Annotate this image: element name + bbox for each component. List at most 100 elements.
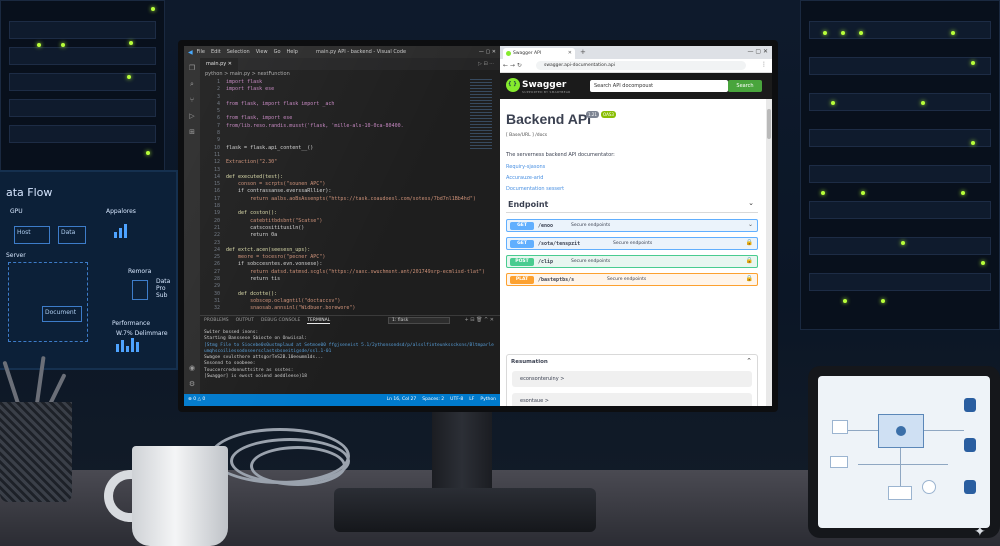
code-line[interactable]: def coston():	[226, 210, 485, 217]
menu-go[interactable]: Go	[274, 49, 281, 55]
code-line[interactable]	[226, 94, 485, 101]
chevron-up-icon[interactable]: ⌃	[746, 357, 752, 365]
menu-selection[interactable]: Selection	[227, 49, 250, 55]
gear-icon	[896, 426, 906, 436]
tab-main-py[interactable]: main.py ✕	[200, 58, 238, 70]
scrollbar[interactable]	[766, 99, 772, 406]
menu-edit[interactable]: Edit	[211, 49, 221, 55]
code-line[interactable]: return datsd.tatmsd.scgls("https://saxc.…	[226, 269, 485, 276]
tab-output[interactable]: OUTPUT	[236, 318, 254, 323]
code-line[interactable]	[226, 108, 485, 115]
status-eol[interactable]: LF	[469, 397, 474, 402]
status-cursor[interactable]: Ln 16, Col 27	[387, 397, 417, 402]
terminal-select[interactable]: 1: flask	[388, 317, 450, 324]
operation-plat-basteptbs[interactable]: PLAT /basteptbs/s Secure endpoints 🔒	[506, 273, 758, 286]
models-title: Resumation	[511, 359, 548, 365]
endpoint-section-header[interactable]: Endpoint ⌄	[506, 197, 758, 213]
status-indent[interactable]: Spaces: 2	[422, 397, 444, 402]
terminal-output[interactable]: Switer bossed inons: Starting Banssese Sb…	[204, 330, 494, 380]
version-badge: 1.21	[586, 111, 599, 118]
status-language[interactable]: Python	[480, 397, 496, 402]
operation-summary: Secure endpoints	[607, 277, 647, 282]
code-line[interactable]	[226, 130, 485, 137]
tab-problems[interactable]: PROBLEMS	[204, 318, 229, 323]
line-number: 22	[213, 232, 220, 239]
info-link[interactable]: Accurauze-arid	[506, 175, 543, 181]
code-line[interactable]: def extct.acen(seesesn_ups):	[226, 247, 485, 254]
status-encoding[interactable]: UTF-8	[450, 397, 463, 402]
swagger-search-input[interactable]: Search API docompoust	[590, 80, 728, 92]
tab-terminal[interactable]: TERMINAL	[307, 318, 331, 324]
gear-icon[interactable]: ⚙	[188, 380, 196, 388]
lock-icon[interactable]: 🔒	[746, 239, 753, 246]
editor-actions[interactable]: ▷ ⊟ ···	[478, 58, 494, 70]
code-line[interactable]	[226, 167, 485, 174]
code-line[interactable]	[226, 240, 485, 247]
chevron-down-icon[interactable]: ⌄	[748, 221, 753, 228]
lock-icon[interactable]: 🔒	[746, 275, 753, 282]
browser-window-controls[interactable]: — ▢ ✕	[747, 48, 768, 55]
search-icon[interactable]: ⌕	[188, 80, 196, 88]
code-line[interactable]	[226, 283, 485, 290]
lock-icon[interactable]: 🔒	[746, 257, 753, 264]
chevron-down-icon[interactable]: ⌄	[748, 199, 754, 207]
code-line[interactable]: catscosititusiln()	[226, 225, 485, 232]
code-line[interactable]: sobscep.oclagntil("doctaccsv")	[226, 298, 485, 305]
info-link[interactable]: Documentation sessert	[506, 186, 564, 192]
explorer-icon[interactable]: ❐	[188, 64, 196, 72]
browser-nav-buttons[interactable]: ← → ↻	[503, 62, 522, 69]
operation-get-enoo[interactable]: GET /enoo Secure endpoints ⌄	[506, 219, 758, 232]
panel-controls[interactable]: + ⊟ 🗑 ^ ✕	[465, 317, 494, 323]
code-line[interactable]	[226, 137, 485, 144]
status-problems[interactable]: ⊗ 0 △ 0	[188, 394, 205, 406]
scrollbar-thumb[interactable]	[767, 109, 771, 139]
swagger-search-button[interactable]: Search	[728, 80, 762, 92]
source-control-icon[interactable]: ⑂	[188, 96, 196, 104]
code-line[interactable]: meore = tocesro("pecner APC")	[226, 254, 485, 261]
code-line[interactable]: if sobccesntes.evn.vonsese):	[226, 261, 485, 268]
code-line[interactable]: return 0a	[226, 232, 485, 239]
account-icon[interactable]: ◉	[188, 364, 196, 372]
browser-tab[interactable]: Swagger API Documentation ✕	[503, 48, 575, 67]
model-item[interactable]: econsonteruiny >	[512, 371, 752, 387]
base-url[interactable]: [ Base/URL ] /docs	[506, 133, 547, 138]
code-line[interactable]: from flask, import flask import _ach	[226, 101, 485, 108]
code-line[interactable]: from flask, import ese	[226, 115, 485, 122]
operation-get-sota[interactable]: GET /sota/tenspzit Secure endpoints 🔒	[506, 237, 758, 250]
window-controls[interactable]: — ▢ ✕	[479, 49, 496, 55]
browser-menu-icon[interactable]: ⋮	[761, 61, 767, 68]
code-line[interactable]: def dcotte():	[226, 291, 485, 298]
code-line[interactable]: conson = scrpts("sounen APC")	[226, 181, 485, 188]
code-line[interactable]: if contrassanse.everssaRllier):	[226, 188, 485, 195]
run-debug-icon[interactable]: ▷	[188, 112, 196, 120]
model-item[interactable]: esontaue >	[512, 393, 752, 406]
code-line[interactable]: flask = flask.api_content__()	[226, 145, 485, 152]
swagger-favicon-icon	[506, 51, 511, 56]
minimap[interactable]	[470, 79, 492, 149]
code-line[interactable]	[226, 203, 485, 210]
operation-post-clip[interactable]: POST /clip Secure endpoints 🔒	[506, 255, 758, 268]
code-line[interactable]: snaosab.annsinl("Widbuer.borewore")	[226, 305, 485, 312]
tab-debug-console[interactable]: DEBUG CONSOLE	[261, 318, 300, 323]
code-content[interactable]: import flask import flask ese from flask,…	[226, 79, 485, 313]
code-line[interactable]: catebtitbdsbnt("Scatse")	[226, 218, 485, 225]
code-editor[interactable]: 1 2 3 4 5 6 7 8 9 10 11 12 13 14 15 16 17 18 19 20 21 22 23 24 2…	[200, 79, 500, 315]
breadcrumb[interactable]: python > main.py > nextFunction	[200, 70, 500, 79]
code-line[interactable]: return tis	[226, 276, 485, 283]
close-tab-icon[interactable]: ✕	[568, 48, 572, 59]
code-line[interactable]: Extraction("2.30"	[226, 159, 485, 166]
code-line[interactable]: from/lib.reso.randis.musst('flask, 'mill…	[226, 123, 485, 130]
new-tab-button[interactable]: +	[580, 48, 586, 56]
menu-view[interactable]: View	[256, 49, 268, 55]
extensions-icon[interactable]: ⊞	[188, 128, 196, 136]
code-line[interactable]: def executed(test):	[226, 174, 485, 181]
menu-help[interactable]: Help	[287, 49, 298, 55]
bgm-label: W.7% Delimmare	[116, 330, 168, 337]
info-link[interactable]: Requiry-sjasons	[506, 164, 545, 170]
code-line[interactable]: return aalbs.aoBsAssenpts("https://task.…	[226, 196, 485, 203]
code-line[interactable]: import flask ese	[226, 86, 485, 93]
code-line[interactable]: import flask	[226, 79, 485, 86]
menu-file[interactable]: File	[197, 49, 205, 55]
url-field[interactable]: swagger.api-documentation.api	[536, 61, 746, 70]
code-line[interactable]	[226, 152, 485, 159]
